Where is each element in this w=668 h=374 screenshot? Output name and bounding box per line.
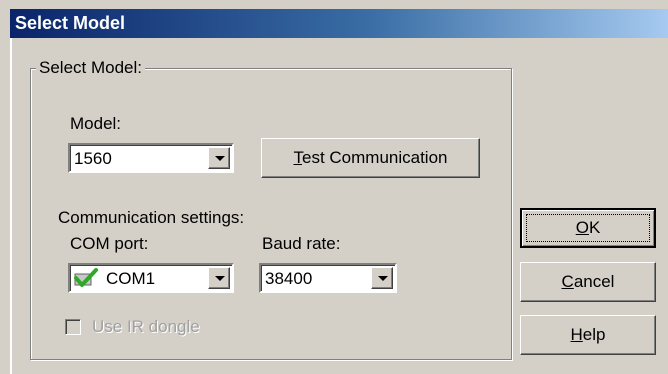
baud-rate-label: Baud rate:: [262, 234, 341, 253]
cancel-button[interactable]: Cancel: [520, 262, 656, 302]
model-dropdown-arrow-icon[interactable]: [208, 147, 230, 169]
window-border: [10, 38, 12, 374]
communication-settings-label: Communication settings:: [58, 208, 245, 227]
test-communication-button[interactable]: Test Communication: [261, 138, 480, 178]
com-port-label: COM port:: [70, 234, 149, 253]
baud-rate-dropdown[interactable]: 38400: [259, 263, 397, 293]
com-port-dropdown[interactable]: COM1: [68, 263, 234, 293]
baud-rate-value: 38400: [265, 269, 313, 288]
check-mark-icon: [74, 268, 98, 287]
model-label: Model:: [70, 114, 122, 133]
model-value: 1560: [74, 149, 112, 168]
baud-rate-dropdown-arrow-icon[interactable]: [371, 267, 393, 289]
model-dropdown[interactable]: 1560: [68, 143, 234, 173]
ir-dongle-label: Use IR dongle: [92, 317, 200, 336]
window-title: Select Model: [15, 13, 126, 33]
com-port-dropdown-arrow-icon[interactable]: [208, 267, 230, 289]
com-port-value: COM1: [106, 269, 156, 288]
ok-button[interactable]: OK: [520, 208, 656, 248]
title-bar[interactable]: Select Model: [10, 9, 668, 38]
group-legend: Select Model:: [36, 58, 145, 78]
help-button[interactable]: Help: [520, 315, 656, 355]
ir-dongle-checkbox[interactable]: [65, 319, 81, 335]
